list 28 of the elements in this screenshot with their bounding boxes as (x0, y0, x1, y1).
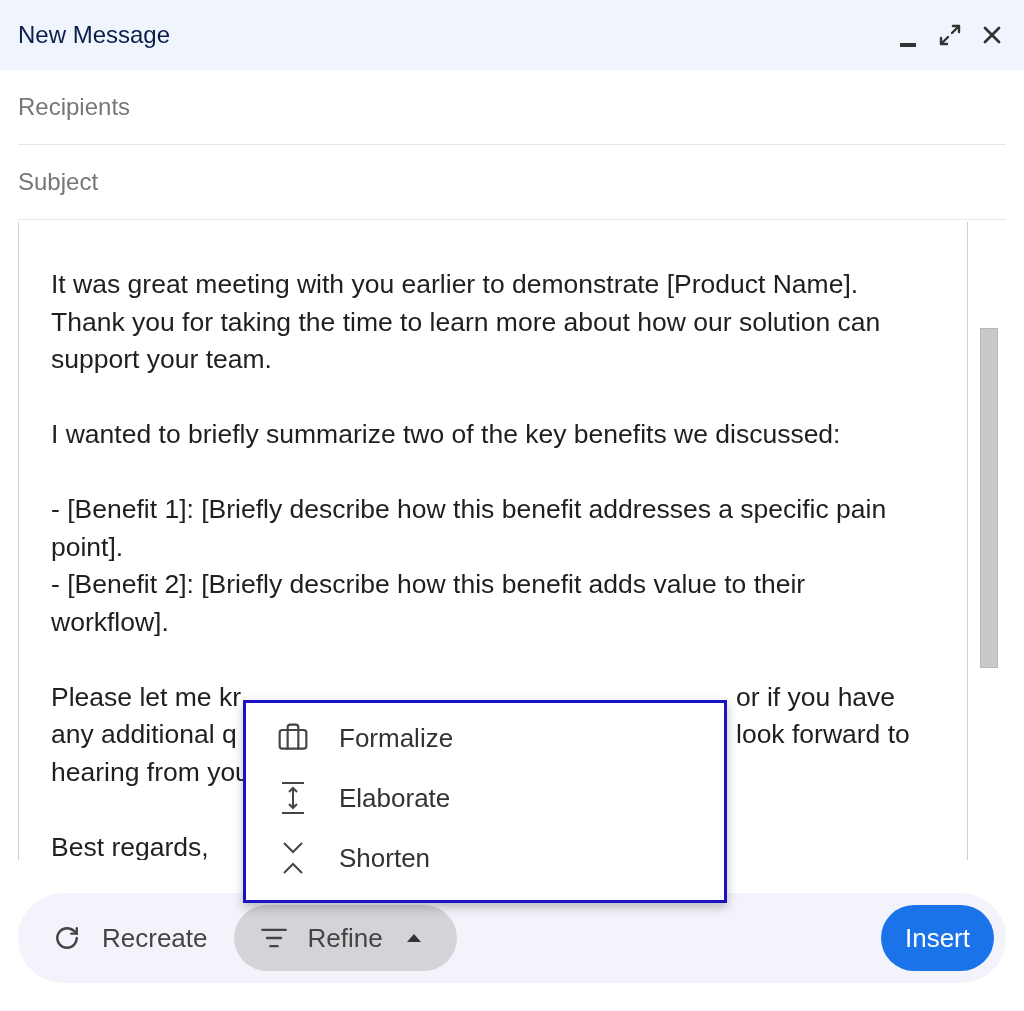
subject-field[interactable]: Subject (18, 164, 1006, 200)
menu-item[interactable]: Elaborate (246, 768, 724, 828)
scrollbar-thumb[interactable] (980, 328, 998, 668)
body-text-line: Thank you for taking the time to learn more about how our solution can (51, 306, 881, 337)
body-text-line: point]. (51, 531, 124, 562)
body-text-line: any additional q (51, 719, 237, 749)
recipients-field[interactable]: Recipients (18, 89, 1006, 125)
body-text-line: - [Benefit 1]: [Briefly describe how this benefit addresses a specific pain (51, 494, 887, 524)
insert-button[interactable]: Insert (880, 905, 994, 971)
refine-button[interactable]: Refine (233, 905, 457, 971)
refresh-icon (54, 925, 80, 951)
window-title: New Message (18, 20, 171, 50)
body-text-line: Please let me kr (51, 681, 241, 712)
body-text-line: I wanted to briefly summarize two of the key benefits we discussed: (51, 419, 841, 449)
recreate-button[interactable]: Recreate (54, 906, 208, 970)
body-text-line: It was great meeting with you earlier to demonstrate [Product Name]. (51, 269, 859, 299)
caret-up-icon (406, 934, 421, 942)
collapse-vertical-icon (280, 841, 305, 875)
body-text-line: workflow]. (51, 606, 169, 637)
menu-item[interactable]: Formalize (246, 708, 724, 768)
body-text-line: look forward to (736, 719, 910, 749)
minimize-icon (900, 43, 916, 47)
body-text-line: support your team. (51, 344, 272, 374)
body-text-line: or if you have (736, 681, 896, 712)
expand-icon (938, 23, 962, 47)
expand-vertical-icon (279, 781, 306, 815)
body-text-line: - [Benefit 2]: [Briefly describe how this benefit adds value to their (51, 569, 806, 599)
menu-item[interactable]: Shorten (246, 828, 724, 888)
